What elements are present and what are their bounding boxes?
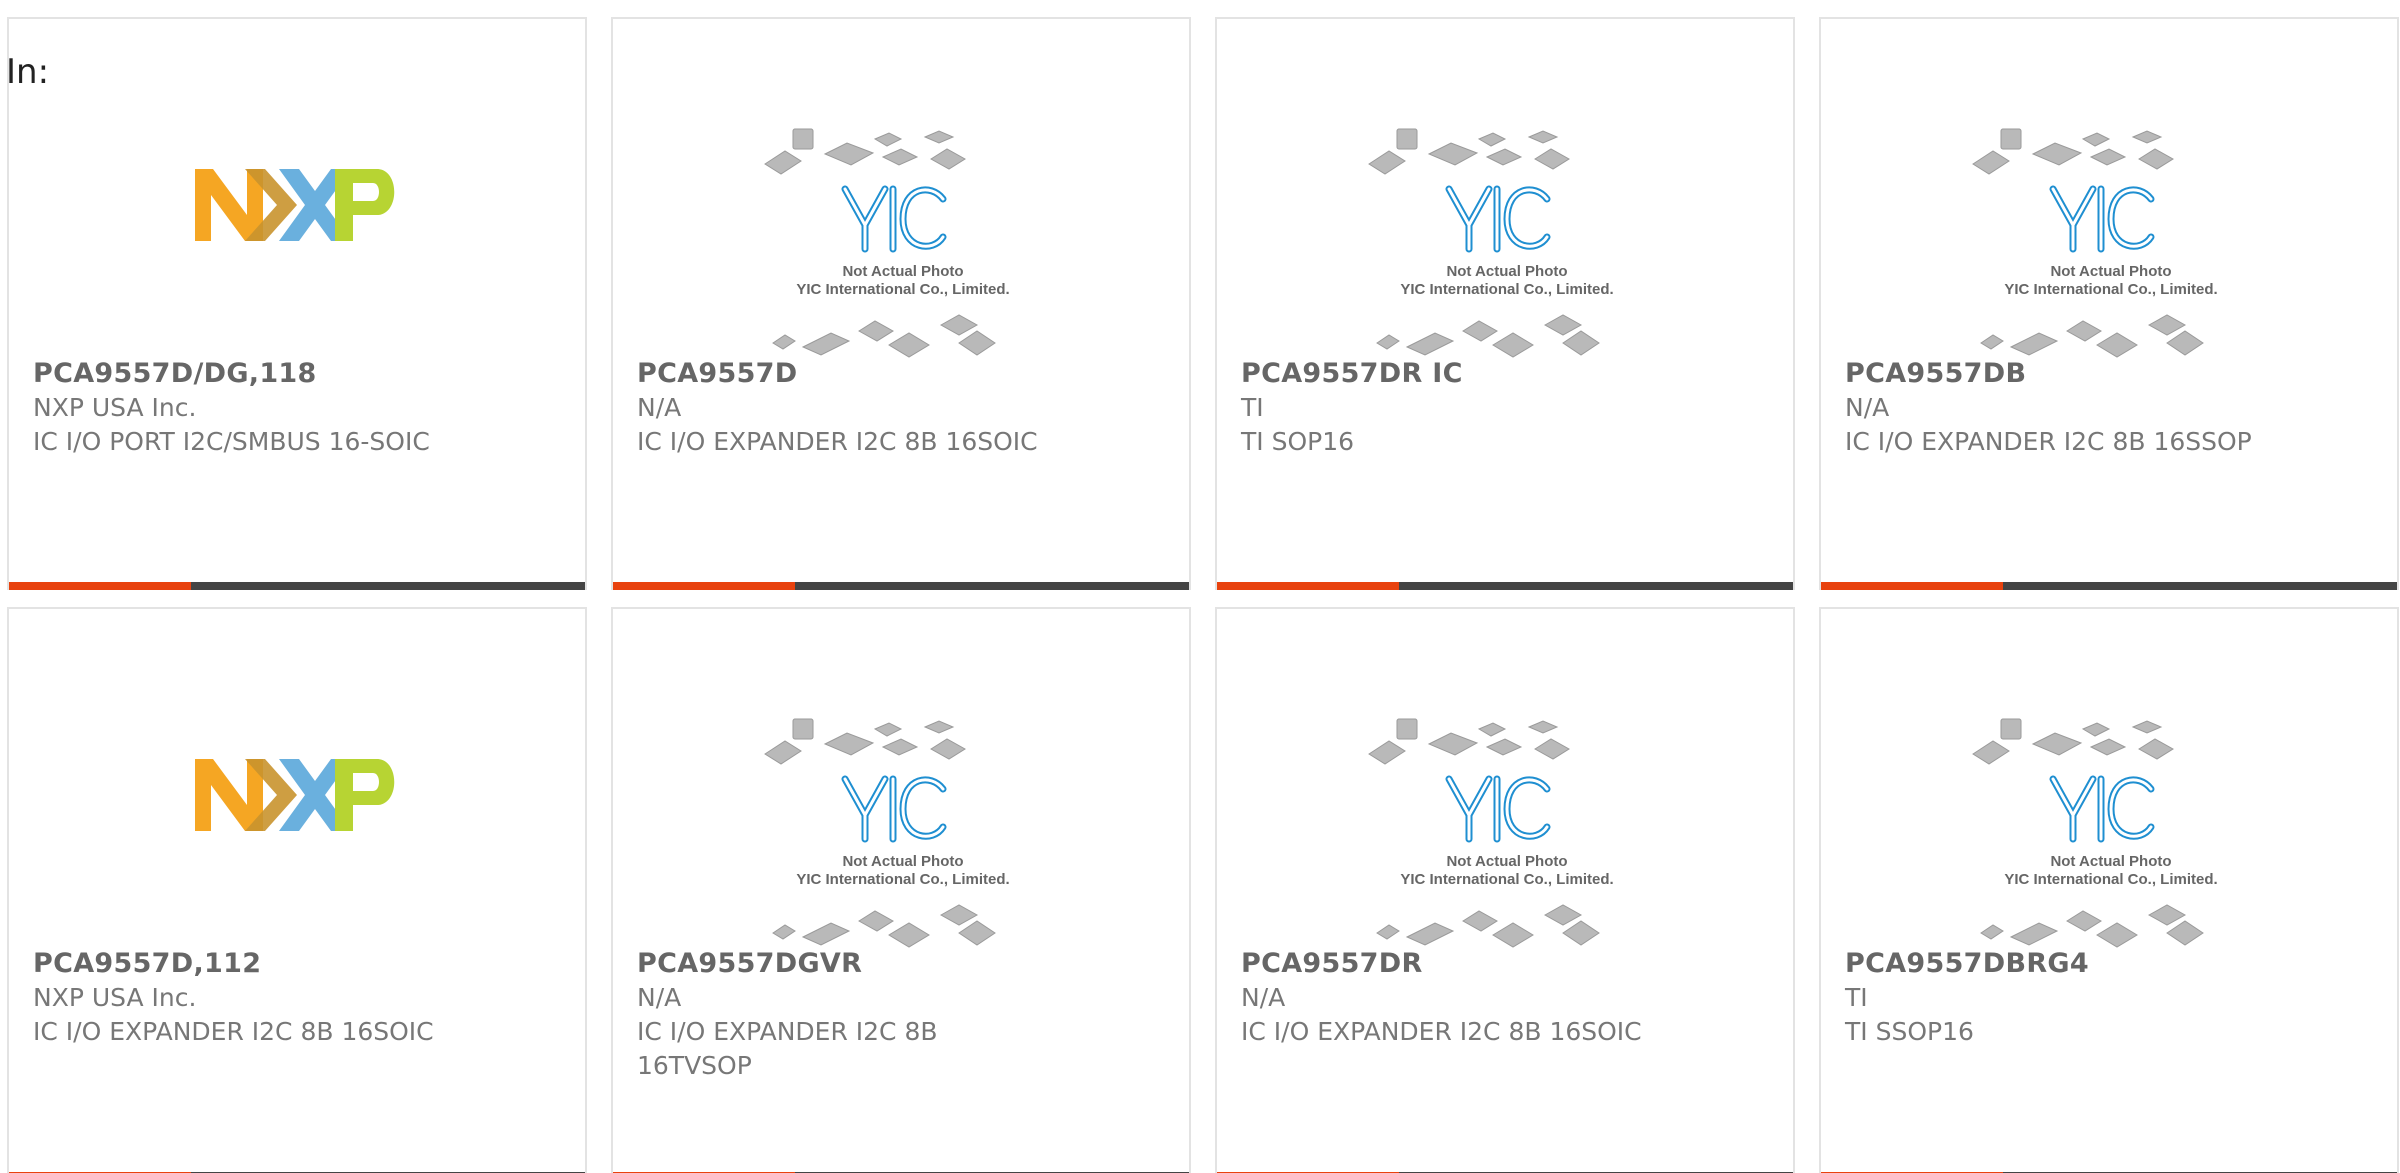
product-image[interactable]: Not Actual Photo YIC International Co., … — [1217, 99, 1793, 379]
product-card[interactable]: Not Actual Photo YIC International Co., … — [1215, 17, 1795, 590]
product-card[interactable]: Not Actual Photo YIC International Co., … — [611, 17, 1191, 590]
product-info: PCA9557D/DG,118 NXP USA Inc. IC I/O PORT… — [33, 357, 561, 459]
description: IC I/O EXPANDER I2C 8B 16SOIC — [1241, 1017, 1642, 1046]
product-card[interactable]: Not Actual Photo YIC International Co., … — [1819, 17, 2399, 590]
part-number[interactable]: PCA9557D — [637, 357, 1165, 391]
placeholder-company: YIC International Co., Limited. — [796, 281, 1010, 298]
manufacturer: NXP USA Inc. — [33, 983, 197, 1012]
description: TI SSOP16 — [1845, 1017, 1974, 1046]
part-number[interactable]: PCA9557DGVR — [637, 947, 1165, 981]
chip-packages-icon — [1368, 718, 1600, 948]
product-image[interactable] — [9, 99, 585, 379]
product-grid-page: PCA9557D/DG,118 NXP USA Inc. IC I/O PORT… — [0, 0, 2400, 1173]
placeholder-caption: Not Actual Photo — [1446, 263, 1568, 280]
yic-placeholder-image: Not Actual Photo YIC International Co., … — [763, 709, 1043, 969]
product-card[interactable]: Not Actual Photo YIC International Co., … — [1819, 607, 2399, 1173]
placeholder-caption: Not Actual Photo — [842, 853, 964, 870]
part-number[interactable]: PCA9557DB — [1845, 357, 2373, 391]
manufacturer: N/A — [637, 983, 682, 1012]
card-bottom-bar — [1821, 582, 2397, 590]
nxp-logo-icon — [195, 759, 395, 831]
yic-placeholder-image: Not Actual Photo YIC International Co., … — [1367, 709, 1647, 969]
description: IC I/O PORT I2C/SMBUS 16-SOIC — [33, 427, 430, 456]
product-card[interactable]: Not Actual Photo YIC International Co., … — [1215, 607, 1795, 1173]
placeholder-caption: Not Actual Photo — [1446, 853, 1568, 870]
part-number[interactable]: PCA9557DBRG4 — [1845, 947, 2373, 981]
in-label: In: — [6, 52, 50, 92]
placeholder-company: YIC International Co., Limited. — [2004, 281, 2218, 298]
chip-packages-icon — [1368, 128, 1600, 358]
card-accent-bar — [613, 582, 795, 590]
product-info: PCA9557D N/A IC I/O EXPANDER I2C 8B 16SO… — [637, 357, 1165, 459]
placeholder-company: YIC International Co., Limited. — [2004, 871, 2218, 888]
product-image[interactable]: Not Actual Photo YIC International Co., … — [613, 689, 1189, 969]
description: IC I/O EXPANDER I2C 8B 16SOIC — [637, 427, 1038, 456]
product-info: PCA9557DGVR N/A IC I/O EXPANDER I2C 8B 1… — [637, 947, 1165, 1083]
manufacturer: TI — [1241, 393, 1264, 422]
manufacturer: N/A — [637, 393, 682, 422]
yic-placeholder-image: Not Actual Photo YIC International Co., … — [1971, 709, 2251, 969]
yic-placeholder-image: Not Actual Photo YIC International Co., … — [1367, 119, 1647, 379]
product-card[interactable]: Not Actual Photo YIC International Co., … — [611, 607, 1191, 1173]
description: IC I/O EXPANDER I2C 8B 16SSOP — [1845, 427, 2252, 456]
product-info: PCA9557DB N/A IC I/O EXPANDER I2C 8B 16S… — [1845, 357, 2373, 459]
product-info: PCA9557DR N/A IC I/O EXPANDER I2C 8B 16S… — [1241, 947, 1769, 1049]
product-info: PCA9557DBRG4 TI TI SSOP16 — [1845, 947, 2373, 1049]
part-number[interactable]: PCA9557DR — [1241, 947, 1769, 981]
product-image[interactable]: Not Actual Photo YIC International Co., … — [1217, 689, 1793, 969]
card-accent-bar — [9, 582, 191, 590]
card-bottom-bar — [9, 582, 585, 590]
product-card[interactable]: PCA9557D/DG,118 NXP USA Inc. IC I/O PORT… — [7, 17, 587, 590]
product-info: PCA9557DR IC TI TI SOP16 — [1241, 357, 1769, 459]
product-grid: PCA9557D/DG,118 NXP USA Inc. IC I/O PORT… — [7, 17, 2399, 1173]
manufacturer: N/A — [1241, 983, 1286, 1012]
part-number[interactable]: PCA9557D/DG,118 — [33, 357, 561, 391]
manufacturer: N/A — [1845, 393, 1890, 422]
card-accent-bar — [1821, 582, 2003, 590]
description: IC I/O EXPANDER I2C 8B 16TVSOP — [637, 1017, 938, 1080]
chip-packages-icon — [764, 128, 996, 358]
product-info: PCA9557D,112 NXP USA Inc. IC I/O EXPANDE… — [33, 947, 561, 1049]
product-image[interactable]: Not Actual Photo YIC International Co., … — [1821, 99, 2397, 379]
product-image[interactable]: Not Actual Photo YIC International Co., … — [1821, 689, 2397, 969]
placeholder-caption: Not Actual Photo — [2050, 853, 2172, 870]
description: TI SOP16 — [1241, 427, 1355, 456]
yic-placeholder-image: Not Actual Photo YIC International Co., … — [763, 119, 1043, 379]
chip-packages-icon — [1972, 128, 2204, 358]
product-image[interactable] — [9, 689, 585, 969]
yic-placeholder-image: Not Actual Photo YIC International Co., … — [1971, 119, 2251, 379]
card-bottom-bar — [613, 582, 1189, 590]
placeholder-company: YIC International Co., Limited. — [1400, 871, 1614, 888]
description: IC I/O EXPANDER I2C 8B 16SOIC — [33, 1017, 434, 1046]
chip-packages-icon — [1972, 718, 2204, 948]
manufacturer: TI — [1845, 983, 1868, 1012]
card-bottom-bar — [1217, 582, 1793, 590]
nxp-logo-icon — [195, 169, 395, 241]
placeholder-caption: Not Actual Photo — [2050, 263, 2172, 280]
product-card[interactable]: PCA9557D,112 NXP USA Inc. IC I/O EXPANDE… — [7, 607, 587, 1173]
card-accent-bar — [1217, 582, 1399, 590]
placeholder-company: YIC International Co., Limited. — [796, 871, 1010, 888]
product-image[interactable]: Not Actual Photo YIC International Co., … — [613, 99, 1189, 379]
part-number[interactable]: PCA9557D,112 — [33, 947, 561, 981]
chip-packages-icon — [764, 718, 996, 948]
part-number[interactable]: PCA9557DR IC — [1241, 357, 1769, 391]
placeholder-company: YIC International Co., Limited. — [1400, 281, 1614, 298]
placeholder-caption: Not Actual Photo — [842, 263, 964, 280]
manufacturer: NXP USA Inc. — [33, 393, 197, 422]
